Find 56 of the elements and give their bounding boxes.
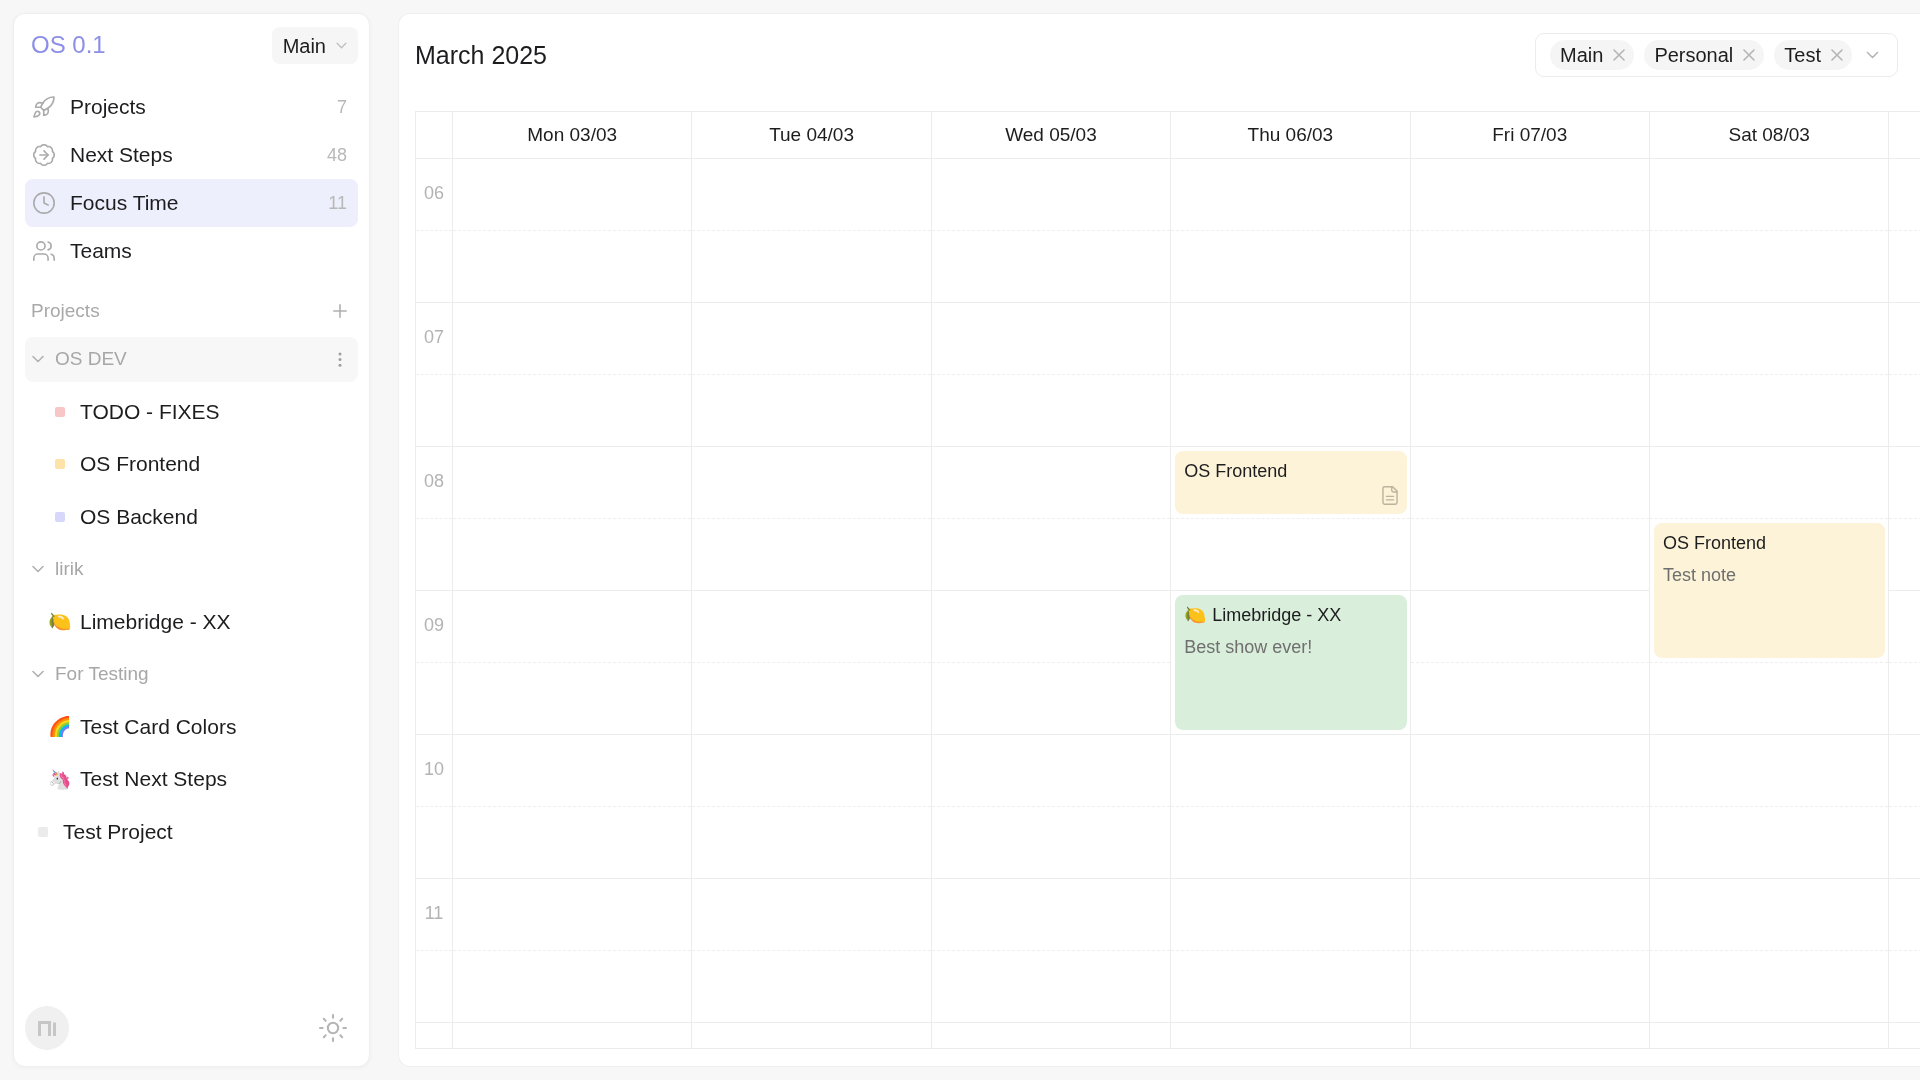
close-icon[interactable] <box>1831 49 1843 61</box>
rocket-icon <box>33 96 55 118</box>
hour-label: 06 <box>423 182 445 204</box>
item-count: 7 <box>337 95 347 119</box>
project-item[interactable]: 🌈 Test Card Colors <box>25 704 358 749</box>
close-icon[interactable] <box>1743 49 1756 61</box>
day-header: Fri 07/03 <box>1410 112 1650 159</box>
day-header: Thu 06/03 <box>1171 112 1411 159</box>
emoji-icon: 🍋 <box>48 612 72 631</box>
nav-item[interactable]: Focus Time 11 <box>25 179 358 227</box>
hour-label: 08 <box>423 470 445 492</box>
calendar-title: March 2025 <box>415 40 548 70</box>
project-item[interactable]: OS Backend <box>25 494 358 539</box>
item-count: 48 <box>326 143 347 167</box>
emoji-icon: 🦄 <box>48 769 72 789</box>
nav-item[interactable]: Teams <box>25 227 358 275</box>
caret-icon[interactable] <box>1866 51 1879 59</box>
event-title: Limebridge - XX <box>1212 604 1342 627</box>
workspace-dropdown[interactable]: Main <box>271 27 358 64</box>
day-header: Sat 08/03 <box>1649 112 1890 159</box>
emoji-icon: 🍋 <box>1184 606 1207 624</box>
event-note: Test note <box>1662 564 1737 587</box>
filter-chip[interactable]: Main <box>1550 40 1635 70</box>
day-header: Mon 03/03 <box>453 112 693 159</box>
project-item[interactable]: OS Frontend <box>25 441 358 487</box>
nav-item[interactable]: Projects 7 <box>25 83 358 131</box>
filter-chip[interactable]: Personal <box>1644 40 1765 70</box>
sun-icon[interactable] <box>319 1014 347 1042</box>
project-item[interactable]: 🦄 Test Next Steps <box>25 756 358 802</box>
day-header: Wed 05/03 <box>931 112 1172 159</box>
emoji-icon: 🌈 <box>48 717 72 736</box>
hour-label: 10 <box>423 758 445 780</box>
event-title: OS Frontend <box>1662 532 1766 555</box>
people-icon <box>33 240 55 262</box>
plus-icon[interactable] <box>333 304 347 318</box>
item-count: 11 <box>328 191 347 215</box>
close-icon[interactable] <box>1613 49 1626 61</box>
app-logo: OS 0.1 <box>30 32 106 59</box>
filter-chip[interactable]: Test <box>1774 40 1852 70</box>
kebab-menu-icon[interactable] <box>338 351 342 367</box>
hour-label: 07 <box>423 326 445 348</box>
project-item[interactable]: 🍋 Limebridge - XX <box>25 599 358 644</box>
event-note: Best show ever! <box>1184 636 1314 659</box>
clock-icon <box>33 192 55 214</box>
caret-icon <box>336 42 347 49</box>
event-title: OS Frontend <box>1184 460 1288 483</box>
nav-item[interactable]: Next Steps 48 <box>25 131 358 179</box>
hour-label: 09 <box>423 614 445 636</box>
avatar-icon[interactable] <box>25 1006 69 1050</box>
arrow-badge-icon <box>33 144 55 166</box>
project-item[interactable]: Test Project <box>25 809 358 854</box>
section-title: Projects <box>31 298 100 323</box>
day-header: Tue 04/03 <box>692 112 932 159</box>
calendar-filter-select[interactable]: Main Personal Test <box>1535 33 1898 77</box>
hour-label: 11 <box>423 902 445 924</box>
project-item[interactable]: TODO - FIXES <box>25 389 358 434</box>
